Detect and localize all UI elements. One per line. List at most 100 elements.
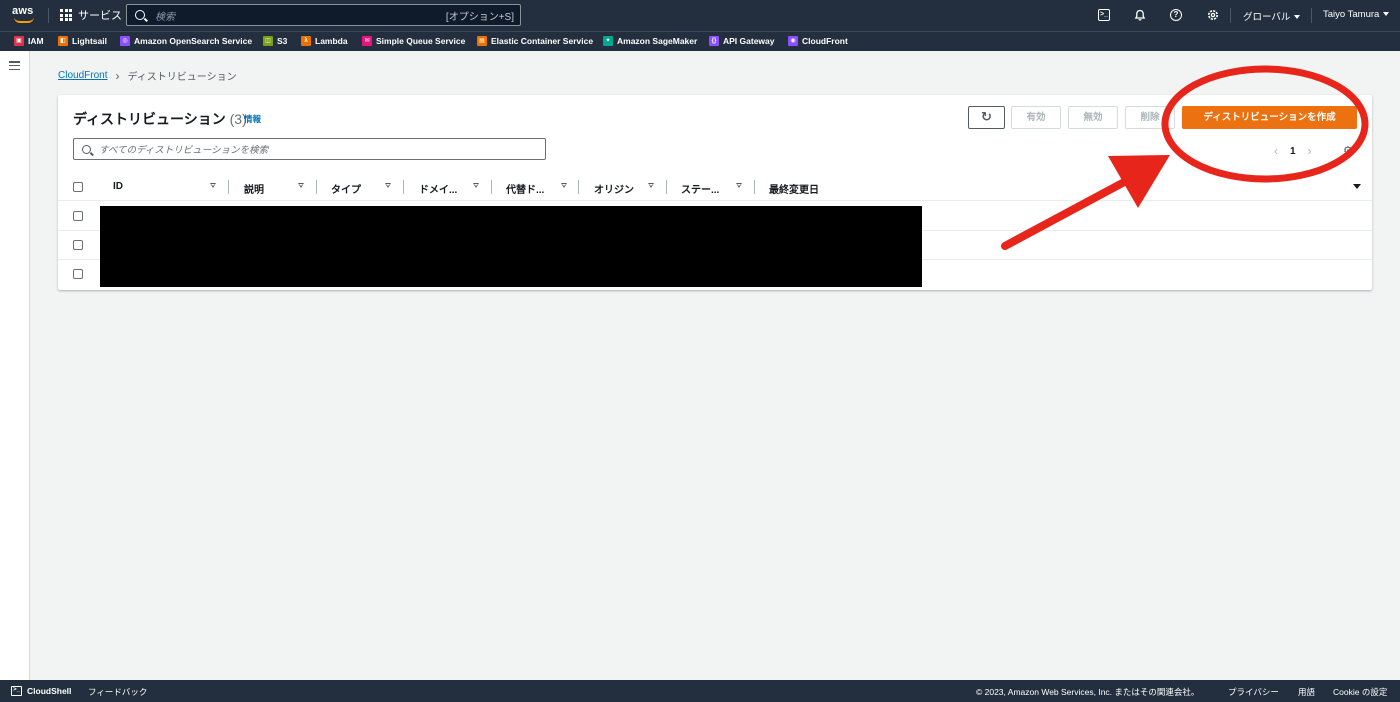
distributions-panel: ディストリビューション (3) 情報 ↻ 有効 無効 削除 ディストリビューショ… — [58, 95, 1372, 290]
search-shortcut-hint: [オプション+S] — [445, 11, 514, 23]
sort-icon[interactable] — [736, 183, 742, 188]
favorite-ecs[interactable]: ▤ Elastic Container Service — [477, 36, 593, 46]
caret-down-icon — [1383, 12, 1390, 16]
column-header-domain[interactable]: ドメイ... — [419, 181, 457, 196]
sort-icon[interactable] — [473, 183, 479, 188]
search-icon — [135, 10, 145, 20]
column-header-last-modified[interactable]: 最終変更日 — [769, 181, 819, 196]
breadcrumb-cloudfront-link[interactable]: CloudFront — [58, 70, 107, 81]
enable-button[interactable]: 有効 — [1011, 106, 1061, 129]
opensearch-icon: ◎ — [120, 36, 130, 46]
column-header-alternate-domain[interactable]: 代替ド... — [506, 181, 544, 196]
favorite-opensearch[interactable]: ◎ Amazon OpenSearch Service — [120, 36, 252, 46]
chevron-right-icon[interactable]: › — [1308, 144, 1312, 158]
page-number[interactable]: 1 — [1290, 146, 1296, 157]
pagination: ‹ 1 › — [1274, 144, 1312, 158]
sort-icon[interactable] — [210, 183, 216, 188]
grid-icon — [60, 9, 72, 21]
column-resizer[interactable] — [316, 180, 317, 194]
column-header-type[interactable]: タイプ — [331, 181, 361, 196]
account-menu[interactable]: Taiyo Tamura — [1323, 9, 1390, 20]
favorite-label: Lambda — [315, 36, 348, 46]
help-icon[interactable]: ? — [1170, 9, 1182, 21]
column-header-origin[interactable]: オリジン — [594, 181, 634, 196]
delete-button[interactable]: 削除 — [1125, 106, 1175, 129]
settings-icon[interactable] — [1207, 9, 1219, 21]
column-resizer[interactable] — [491, 180, 492, 194]
column-header-id[interactable]: ID — [113, 181, 123, 192]
cloudshell-icon[interactable]: >_ — [1098, 9, 1110, 21]
footer-terms-link[interactable]: 用語 — [1298, 686, 1315, 698]
row-checkbox[interactable] — [73, 240, 83, 250]
sort-icon[interactable] — [561, 183, 567, 188]
footer: >_ CloudShell フィードバック © 2023, Amazon Web… — [0, 680, 1400, 702]
column-header-status[interactable]: ステー... — [681, 181, 719, 196]
global-search-input[interactable]: 検索 [オプション+S] — [126, 4, 521, 26]
breadcrumb: CloudFront › ディストリビューション — [58, 68, 237, 84]
favorite-api-gateway[interactable]: {} API Gateway — [709, 36, 775, 46]
footer-privacy-link[interactable]: プライバシー — [1228, 686, 1279, 698]
aws-logo[interactable]: aws — [12, 5, 38, 25]
services-label: サービス — [78, 10, 122, 22]
column-resizer[interactable] — [578, 180, 579, 194]
cloudshell-icon[interactable]: >_ — [11, 686, 22, 696]
favorite-label: S3 — [277, 36, 288, 46]
sqs-icon: ✉ — [362, 36, 372, 46]
favorite-sagemaker[interactable]: ✦ Amazon SageMaker — [603, 36, 697, 46]
bell-icon[interactable] — [1134, 9, 1146, 21]
favorite-label: Amazon SageMaker — [617, 36, 698, 46]
side-navigation-rail — [0, 51, 30, 680]
info-link[interactable]: 情報 — [244, 113, 261, 125]
nav-divider — [1311, 8, 1312, 23]
row-checkbox[interactable] — [73, 211, 83, 221]
user-name: Taiyo Tamura — [1323, 9, 1380, 20]
create-distribution-button[interactable]: ディストリビューションを作成 — [1182, 106, 1357, 129]
services-menu-button[interactable]: サービス — [60, 7, 122, 23]
column-header-description[interactable]: 説明 — [244, 181, 264, 196]
breadcrumb-current: ディストリビューション — [127, 72, 237, 83]
disable-button[interactable]: 無効 — [1068, 106, 1118, 129]
api-gateway-icon: {} — [709, 36, 719, 46]
nav-divider — [48, 8, 49, 23]
nav-divider — [1230, 8, 1231, 23]
distribution-search-input[interactable]: すべてのディストリビューションを検索 — [73, 138, 546, 160]
favorites-bar: ▣ IAM ◧ Lightsail ◎ Amazon OpenSearch Servi… — [0, 31, 1400, 51]
favorite-label: Amazon OpenSearch Service — [134, 36, 253, 46]
lightsail-icon: ◧ — [58, 36, 68, 46]
sagemaker-icon: ✦ — [603, 36, 613, 46]
column-resizer[interactable] — [666, 180, 667, 194]
footer-cloudshell-link[interactable]: CloudShell — [27, 686, 71, 696]
top-navigation: aws サービス 検索 [オプション+S] >_ ? グローバル Taiyo T… — [0, 0, 1400, 31]
redacted-block — [100, 206, 922, 287]
sort-icon[interactable] — [648, 183, 654, 188]
region-selector[interactable]: グローバル — [1243, 9, 1301, 23]
hamburger-menu-icon[interactable] — [9, 61, 20, 70]
column-resizer[interactable] — [403, 180, 404, 194]
cloudfront-icon: ◉ — [788, 36, 798, 46]
search-icon — [82, 144, 91, 154]
footer-copyright: © 2023, Amazon Web Services, Inc. またはその関… — [976, 687, 1200, 697]
favorite-lightsail[interactable]: ◧ Lightsail — [58, 36, 107, 46]
caret-down-icon[interactable] — [1353, 184, 1361, 189]
select-all-checkbox[interactable] — [73, 182, 83, 192]
sort-icon[interactable] — [298, 183, 304, 188]
sort-icon[interactable] — [385, 183, 391, 188]
column-resizer[interactable] — [228, 180, 229, 194]
footer-cookie-link[interactable]: Cookie の設定 — [1333, 686, 1387, 698]
caret-down-icon — [1294, 15, 1301, 19]
aws-smile-icon — [14, 17, 34, 23]
favorite-cloudfront[interactable]: ◉ CloudFront — [788, 36, 848, 46]
favorite-label: CloudFront — [802, 36, 848, 46]
footer-feedback-link[interactable]: フィードバック — [88, 686, 147, 698]
favorite-lambda[interactable]: λ Lambda — [301, 36, 348, 46]
favorite-label: API Gateway — [723, 36, 775, 46]
favorite-iam[interactable]: ▣ IAM — [14, 36, 44, 46]
row-checkbox[interactable] — [73, 269, 83, 279]
column-resizer[interactable] — [754, 180, 755, 194]
panel-title-text: ディストリビューション — [73, 111, 226, 127]
favorite-sqs[interactable]: ✉ Simple Queue Service — [362, 36, 465, 46]
preferences-gear-icon[interactable]: ⚙ — [1343, 144, 1353, 157]
refresh-button[interactable]: ↻ — [968, 106, 1005, 129]
chevron-left-icon[interactable]: ‹ — [1274, 144, 1278, 158]
favorite-s3[interactable]: ◫ S3 — [263, 36, 287, 46]
